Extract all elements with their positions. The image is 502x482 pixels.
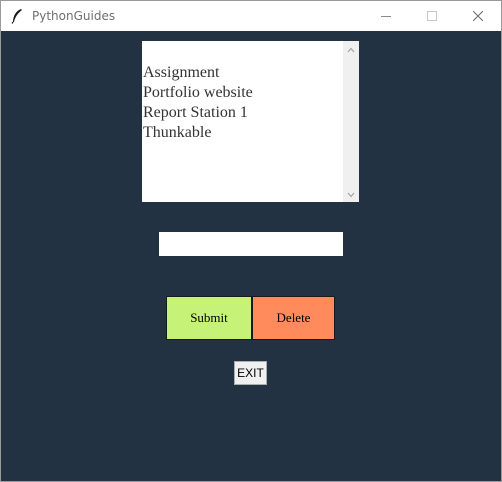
list-item[interactable]: Portfolio website: [143, 83, 343, 103]
minimize-button[interactable]: [363, 1, 409, 31]
list-item[interactable]: Thunkable: [143, 123, 343, 143]
task-entry-field[interactable]: [159, 232, 343, 256]
app-window: PythonGuides Assignment Portfolio websit…: [0, 0, 502, 482]
chevron-up-icon: [347, 40, 355, 58]
title-bar[interactable]: PythonGuides: [1, 1, 501, 31]
delete-button[interactable]: Delete: [252, 296, 335, 340]
main-area: Assignment Portfolio website Report Stat…: [1, 31, 501, 481]
submit-button[interactable]: Submit: [166, 296, 252, 340]
maximize-icon: [427, 11, 437, 21]
feather-icon: [10, 8, 24, 24]
scroll-up-button[interactable]: [343, 41, 359, 57]
close-button[interactable]: [455, 1, 501, 31]
vertical-scrollbar[interactable]: [343, 41, 359, 202]
listbox-items: Assignment Portfolio website Report Stat…: [143, 63, 343, 143]
task-listbox[interactable]: Assignment Portfolio website Report Stat…: [142, 41, 359, 202]
list-item[interactable]: Assignment: [143, 63, 343, 83]
minimize-icon: [381, 11, 391, 21]
close-icon: [473, 11, 483, 21]
scroll-down-button[interactable]: [343, 186, 359, 202]
chevron-down-icon: [347, 185, 355, 203]
window-title: PythonGuides: [32, 9, 116, 23]
exit-button[interactable]: EXIT: [234, 361, 267, 385]
list-item[interactable]: Report Station 1: [143, 103, 343, 123]
maximize-button[interactable]: [409, 1, 455, 31]
